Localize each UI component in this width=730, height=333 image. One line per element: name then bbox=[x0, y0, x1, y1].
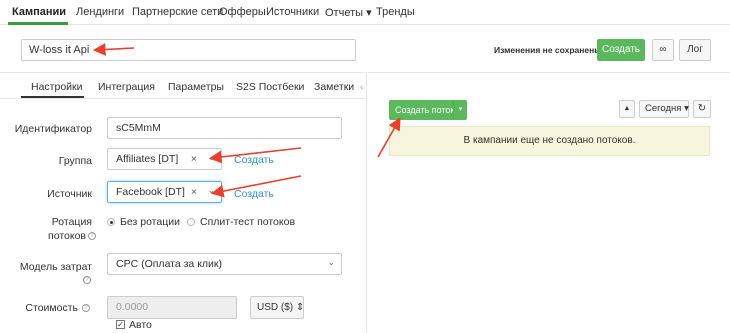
chevron-down-icon[interactable]: ⌄ bbox=[327, 257, 335, 268]
currency-select[interactable]: USD ($) ⇕ bbox=[250, 296, 304, 319]
tab-parameters[interactable]: Параметры bbox=[168, 81, 224, 93]
rotation-split-label[interactable]: Сплит-тест потоков bbox=[200, 216, 295, 228]
active-nav-indicator bbox=[8, 22, 68, 25]
create-stream-label: Создать поток bbox=[395, 105, 455, 115]
nav-landings[interactable]: Лендинги bbox=[76, 6, 124, 18]
cost-model-label: Модель затрат bbox=[19, 261, 92, 273]
cost-model-value: CPC (Оплата за клик) bbox=[116, 258, 222, 270]
cost-input[interactable]: 0.0000 bbox=[107, 296, 237, 319]
group-label: Группа bbox=[58, 155, 92, 167]
collapse-button[interactable]: ▲ bbox=[619, 100, 635, 118]
rotation-split-radio[interactable] bbox=[187, 218, 195, 226]
tab-notes[interactable]: Заметки bbox=[314, 81, 354, 93]
clear-icon[interactable]: × bbox=[191, 153, 197, 165]
help-icon[interactable]: ? bbox=[88, 232, 96, 241]
chevron-down-icon[interactable]: ⌄ bbox=[207, 185, 215, 196]
rotation-none-radio[interactable] bbox=[107, 218, 115, 226]
help-icon[interactable]: ? bbox=[83, 276, 91, 284]
rotation-none-label[interactable]: Без ротации bbox=[120, 216, 180, 228]
group-value: Affiliates [DT] bbox=[116, 153, 179, 165]
nav-affiliate-networks[interactable]: Партнерские сети bbox=[132, 6, 223, 18]
updown-icon: ⇕ bbox=[295, 302, 305, 313]
auto-label[interactable]: Авто bbox=[129, 319, 152, 331]
source-create-link[interactable]: Создать bbox=[234, 188, 274, 200]
identifier-field[interactable]: sC5MmM bbox=[107, 117, 342, 139]
date-filter-value: Сегодня bbox=[645, 103, 682, 114]
nav-reports[interactable]: Отчеты ▾ bbox=[325, 6, 372, 19]
tabs-border bbox=[0, 98, 366, 99]
date-filter-select[interactable]: Сегодня ▾ bbox=[639, 100, 689, 118]
identifier-label: Идентификатор bbox=[14, 123, 92, 135]
campaign-name-input[interactable] bbox=[21, 39, 356, 61]
group-select[interactable]: Affiliates [DT] × ⌄ bbox=[107, 148, 222, 170]
link-button[interactable]: ∞ bbox=[652, 39, 674, 61]
caret-up-icon: ▲ bbox=[623, 105, 631, 112]
tabs-scroll-icon[interactable]: ‹ bbox=[360, 82, 363, 92]
cost-model-select[interactable]: CPC (Оплата за клик) ⌄ bbox=[107, 253, 342, 275]
nav-trends[interactable]: Тренды bbox=[376, 6, 415, 18]
group-create-link[interactable]: Создать bbox=[234, 154, 274, 166]
auto-checkbox[interactable]: ✓ bbox=[116, 320, 125, 329]
caret-down-icon[interactable]: ▾ bbox=[453, 100, 467, 120]
tab-settings[interactable]: Настройки bbox=[31, 81, 83, 93]
source-value: Facebook [DT] bbox=[116, 186, 185, 198]
link-icon: ∞ bbox=[659, 44, 667, 55]
source-select[interactable]: Facebook [DT] × ⌄ bbox=[107, 181, 222, 203]
nav-offers[interactable]: Офферы bbox=[219, 6, 266, 18]
help-icon[interactable]: ? bbox=[82, 304, 90, 312]
nav-sources[interactable]: Источники bbox=[266, 6, 319, 18]
currency-value: USD ($) bbox=[257, 302, 294, 313]
unsaved-changes-text: Изменения не сохранены bbox=[494, 45, 602, 55]
refresh-button[interactable]: ↻ bbox=[693, 100, 711, 118]
rotation-label-line2: потоков? bbox=[48, 230, 96, 242]
identifier-value: sC5MmM bbox=[116, 122, 161, 134]
source-label: Источник bbox=[47, 188, 92, 200]
top-navigation: Кампании Лендинги Партнерские сети Оффер… bbox=[0, 0, 730, 25]
tab-integration[interactable]: Интеграция bbox=[98, 81, 155, 93]
log-button[interactable]: Лог bbox=[679, 39, 711, 61]
create-stream-button[interactable]: Создать поток ▾ bbox=[389, 100, 467, 120]
rotation-label-line1: Ротация bbox=[51, 216, 92, 228]
nav-campaigns[interactable]: Кампании bbox=[12, 6, 66, 18]
refresh-icon: ↻ bbox=[697, 103, 707, 114]
cost-label: Стоимость bbox=[25, 302, 78, 314]
clear-icon[interactable]: × bbox=[191, 186, 197, 198]
empty-streams-message: В кампании еще не создано потоков. bbox=[389, 126, 710, 156]
create-button[interactable]: Создать bbox=[597, 39, 645, 61]
tab-s2s-postbacks[interactable]: S2S Постбеки bbox=[236, 81, 304, 93]
chevron-down-icon[interactable]: ⌄ bbox=[207, 152, 215, 163]
cost-value: 0.0000 bbox=[116, 301, 149, 313]
caret-down-icon: ▾ bbox=[684, 103, 689, 114]
settings-pane bbox=[0, 73, 366, 333]
